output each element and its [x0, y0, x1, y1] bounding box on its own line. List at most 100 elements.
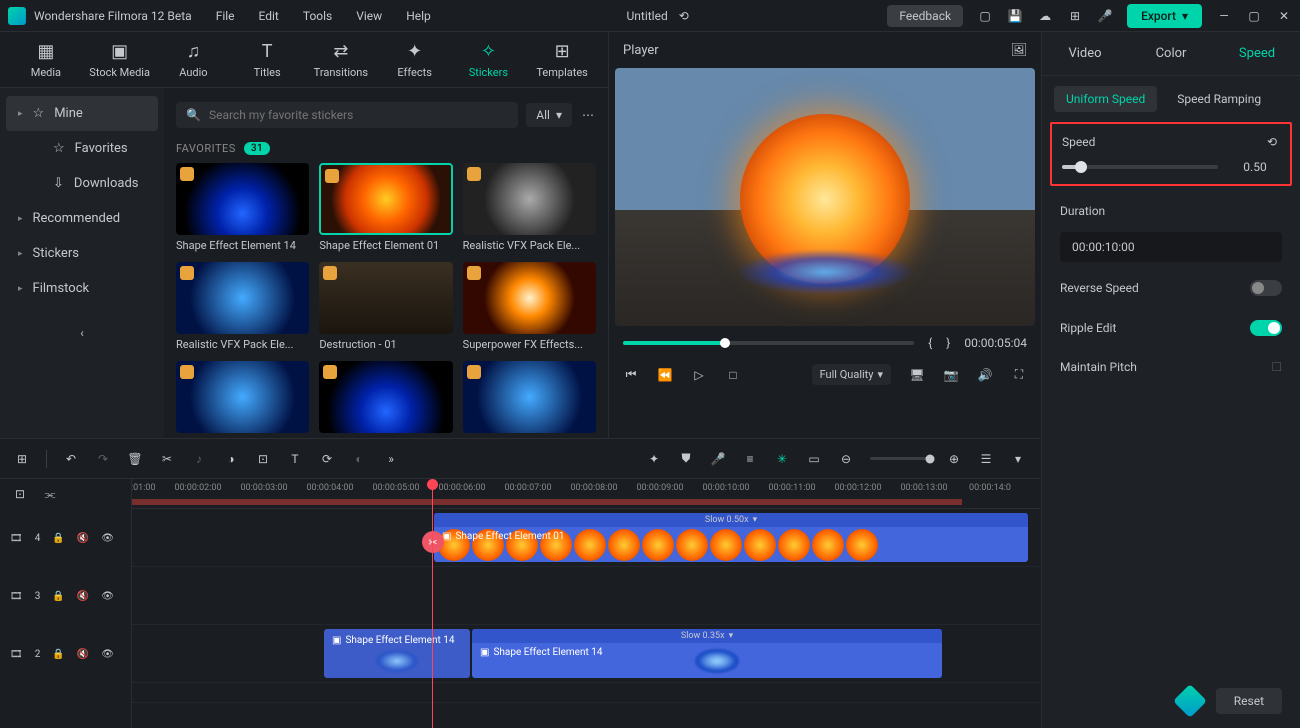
step-back-icon[interactable]: ⏪ — [657, 367, 673, 383]
maximize-icon[interactable]: ▢ — [1246, 8, 1262, 24]
crop-icon[interactable]: ⊡ — [255, 451, 271, 467]
sidebar-item-mine[interactable]: ▸☆Mine — [6, 96, 158, 131]
zoom-in-icon[interactable]: ⊕ — [946, 451, 962, 467]
track-head-3[interactable]: 🎞3🔒🔇👁 — [0, 567, 131, 625]
delete-icon[interactable]: 🗑 — [127, 451, 143, 467]
track-options-icon[interactable]: ☰ — [978, 451, 994, 467]
audio-mix-icon[interactable]: ≡ — [742, 451, 758, 467]
minimize-icon[interactable]: ― — [1216, 8, 1232, 24]
mute-track-icon[interactable]: 🔇 — [77, 533, 89, 544]
lock-track-icon[interactable]: 🔒 — [52, 533, 64, 544]
thumbnail[interactable]: Realistic VFX Pack Ele... — [176, 262, 309, 351]
play-icon[interactable]: ▷ — [691, 367, 707, 383]
sidebar-item-downloads[interactable]: ⇩Downloads — [0, 166, 164, 201]
clip-shape-effect-01[interactable]: Slow 0.50x▾ ▣Shape Effect Element 01 — [434, 513, 1028, 562]
magnet-icon[interactable]: ⊡ — [12, 486, 28, 502]
subtab-speed-ramping[interactable]: Speed Ramping — [1165, 86, 1273, 112]
grid-icon[interactable]: ⊞ — [14, 451, 30, 467]
undo-icon[interactable]: ↶ — [63, 451, 79, 467]
shield-icon[interactable]: ⛊ — [678, 451, 694, 467]
redo-icon[interactable]: ↷ — [95, 451, 111, 467]
mute-track-icon[interactable]: 🔇 — [77, 591, 89, 602]
thumbnail[interactable]: Shape Effect Element 01 — [319, 163, 452, 252]
tab-color[interactable]: Color — [1128, 32, 1214, 75]
visibility-icon[interactable]: 👁 — [101, 533, 114, 544]
upload-icon[interactable]: ☁ — [1037, 8, 1053, 24]
more-tools-icon[interactable]: » — [383, 451, 399, 467]
playhead[interactable] — [432, 479, 433, 728]
thumbnail[interactable]: Destruction - 01 — [319, 262, 452, 351]
reset-button[interactable]: Reset — [1216, 688, 1282, 714]
mask-icon[interactable]: ◑ — [223, 451, 239, 467]
scrub-slider[interactable] — [623, 341, 914, 345]
thumbnail[interactable] — [319, 361, 452, 437]
module-effects[interactable]: ✦Effects — [381, 37, 449, 83]
sidebar-item-recommended[interactable]: ▸Recommended — [0, 201, 164, 236]
menu-edit[interactable]: Edit — [259, 9, 279, 23]
thumbnail[interactable] — [463, 361, 596, 437]
module-media[interactable]: ▦Media — [12, 37, 80, 83]
fullscreen-icon[interactable]: ⛶ — [1011, 367, 1027, 383]
timeline-ruler[interactable]: 00:00:01:0000:00:02:0000:00:03:0000:00:0… — [132, 479, 1040, 509]
music-icon[interactable]: ♪ — [191, 451, 207, 467]
mic-icon[interactable]: 🎤 — [1097, 8, 1113, 24]
voiceover-icon[interactable]: 🎤 — [710, 451, 726, 467]
menu-view[interactable]: View — [356, 9, 382, 23]
tab-speed[interactable]: Speed — [1214, 32, 1300, 75]
visibility-icon[interactable]: 👁 — [101, 649, 114, 660]
clip-shape-effect-14b[interactable]: Slow 0.35x▾ ▣Shape Effect Element 14 — [472, 629, 942, 678]
volume-icon[interactable]: 🔊 — [977, 367, 993, 383]
save-icon[interactable]: 💾 — [1007, 8, 1023, 24]
layout-icon[interactable]: ▢ — [977, 8, 993, 24]
snapshot-mode-icon[interactable]: 🖼 — [1011, 42, 1027, 58]
reverse-speed-toggle[interactable] — [1250, 280, 1282, 296]
thumbnail[interactable]: Shape Effect Element 14 — [176, 163, 309, 252]
track-3[interactable] — [132, 567, 1040, 625]
thumbnail[interactable]: Realistic VFX Pack Ele... — [463, 163, 596, 252]
cut-marker-icon[interactable]: ✂ — [422, 531, 444, 553]
reset-speed-icon[interactable]: ⟲ — [1264, 134, 1280, 150]
visibility-icon[interactable]: 👁 — [101, 591, 114, 602]
cut-icon[interactable]: ✂ — [159, 451, 175, 467]
color-icon[interactable]: ◐ — [351, 451, 367, 467]
quality-select[interactable]: Full Quality▾ — [812, 364, 891, 385]
camera-icon[interactable]: 📷 — [943, 367, 959, 383]
menu-help[interactable]: Help — [406, 9, 431, 23]
display-icon[interactable]: 🖥 — [909, 367, 925, 383]
module-transitions[interactable]: ⇄Transitions — [307, 37, 375, 83]
prev-frame-icon[interactable]: ⏮ — [623, 367, 639, 383]
rotate-icon[interactable]: ⟳ — [319, 451, 335, 467]
mute-track-icon[interactable]: 🔇 — [77, 649, 89, 660]
feedback-button[interactable]: Feedback — [887, 5, 963, 27]
menu-file[interactable]: File — [216, 9, 235, 23]
zoom-slider[interactable] — [870, 457, 930, 460]
track-4[interactable]: ✂ Slow 0.50x▾ ▣Shape Effect Element 01 — [132, 509, 1040, 567]
apps-icon[interactable]: ⊞ — [1067, 8, 1083, 24]
maintain-pitch-check[interactable]: ☐ — [1271, 360, 1282, 374]
track-1[interactable] — [132, 683, 1040, 703]
clip-shape-effect-14a[interactable]: ▣Shape Effect Element 14 — [324, 629, 470, 678]
speed-value[interactable]: 0.50 — [1230, 160, 1280, 174]
speed-slider[interactable] — [1062, 165, 1218, 169]
menu-tools[interactable]: Tools — [303, 9, 332, 23]
marker-tool-icon[interactable]: ✦ — [646, 451, 662, 467]
export-button[interactable]: Export▾ — [1127, 4, 1202, 28]
duration-value[interactable]: 00:00:10:00 — [1060, 232, 1282, 262]
track-head-2[interactable]: 🎞2🔒🔇👁 — [0, 625, 131, 683]
text-icon[interactable]: T — [287, 451, 303, 467]
thumbnail[interactable] — [176, 361, 309, 437]
module-templates[interactable]: ⊞Templates — [528, 37, 596, 83]
sidebar-item-filmstock[interactable]: ▸Filmstock — [0, 271, 164, 306]
module-stock-media[interactable]: ▣Stock Media — [86, 37, 154, 83]
tab-video[interactable]: Video — [1042, 32, 1128, 75]
player-viewport[interactable] — [615, 68, 1035, 326]
marker-out[interactable]: } — [946, 336, 950, 350]
zoom-out-icon[interactable]: ⊖ — [838, 451, 854, 467]
sidebar-item-stickers[interactable]: ▸Stickers — [0, 236, 164, 271]
sidebar-item-favorites[interactable]: ☆Favorites — [0, 131, 164, 166]
search-box[interactable]: 🔍 — [176, 102, 518, 128]
link-icon[interactable]: ⫘ — [42, 486, 58, 502]
track-head-4[interactable]: 🎞4🔒🔇👁 — [0, 509, 131, 567]
module-titles[interactable]: TTitles — [233, 37, 301, 83]
stop-icon[interactable]: □ — [725, 367, 741, 383]
